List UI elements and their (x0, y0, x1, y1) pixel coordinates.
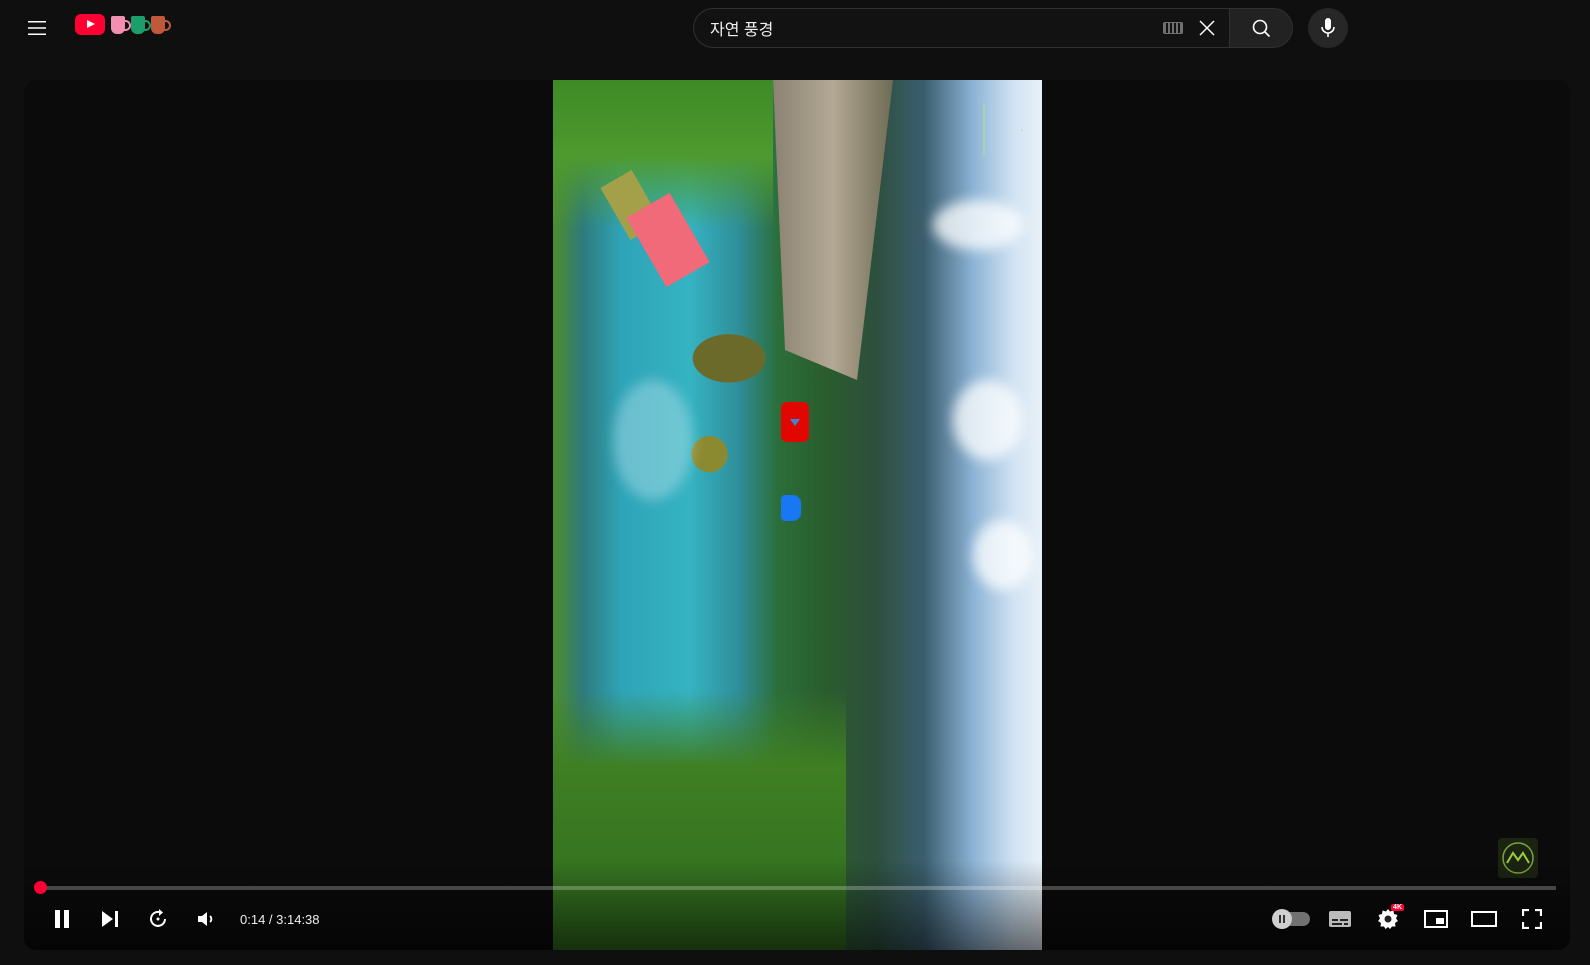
progress-bar[interactable] (33, 881, 1556, 894)
pause-button[interactable] (38, 895, 86, 943)
autoplay-switch (1272, 909, 1310, 929)
youtube-play-icon (75, 14, 105, 35)
time-display: 0:14 / 3:14:38 (240, 911, 320, 927)
keyboard-icon[interactable] (1163, 22, 1183, 34)
video-overlay-logo (781, 402, 809, 442)
autoplay-toggle[interactable] (1268, 895, 1316, 943)
search-bar (693, 8, 1293, 48)
video-frame[interactable] (553, 80, 1042, 950)
pause-icon (1279, 915, 1285, 923)
volume-icon (198, 912, 213, 926)
skip-next-icon (102, 911, 118, 927)
search-box (693, 8, 1229, 48)
miniplayer-icon (1424, 910, 1448, 928)
mute-button[interactable] (182, 895, 230, 943)
video-scenery (933, 200, 1023, 250)
subtitles-button[interactable] (1316, 895, 1364, 943)
subtitles-icon (1329, 911, 1351, 927)
search-icon (1252, 19, 1271, 38)
loop-icon (150, 909, 166, 927)
fullscreen-icon (1522, 909, 1542, 929)
hamburger-icon (28, 21, 46, 35)
theater-icon (1471, 911, 1497, 927)
doodle-cup-icon (131, 15, 151, 34)
video-scenery (973, 520, 1033, 590)
progress-scrubber[interactable] (33, 881, 47, 894)
microphone-icon (1321, 18, 1335, 37)
gear-icon (1378, 909, 1398, 929)
close-icon (1199, 20, 1215, 36)
pause-icon (55, 910, 69, 928)
video-player[interactable]: 0:14 / 3:14:38 4K (24, 80, 1570, 950)
next-button[interactable] (86, 895, 134, 943)
video-overlay-mark (781, 495, 801, 521)
fullscreen-button[interactable] (1508, 895, 1556, 943)
watermark-logo (983, 102, 1023, 158)
search-input[interactable] (710, 19, 1163, 37)
doodle-cup-icon (111, 15, 131, 34)
menu-button[interactable] (17, 8, 57, 48)
youtube-logo[interactable] (75, 14, 171, 35)
player-controls: 0:14 / 3:14:38 4K (24, 895, 1570, 943)
video-scenery (613, 380, 693, 500)
masthead (0, 0, 1590, 56)
doodle-cup-icon (151, 15, 171, 34)
settings-button[interactable]: 4K (1364, 895, 1412, 943)
video-scenery (953, 380, 1023, 460)
autoplay-knob (1272, 909, 1292, 929)
miniplayer-button[interactable] (1412, 895, 1460, 943)
search-button[interactable] (1229, 8, 1293, 48)
quality-badge: 4K (1391, 904, 1404, 911)
autoplay-loop-button[interactable] (134, 895, 182, 943)
voice-search-button[interactable] (1308, 8, 1348, 48)
video-scenery (773, 80, 893, 380)
clear-search-button[interactable] (1193, 14, 1221, 42)
theater-mode-button[interactable] (1460, 895, 1508, 943)
